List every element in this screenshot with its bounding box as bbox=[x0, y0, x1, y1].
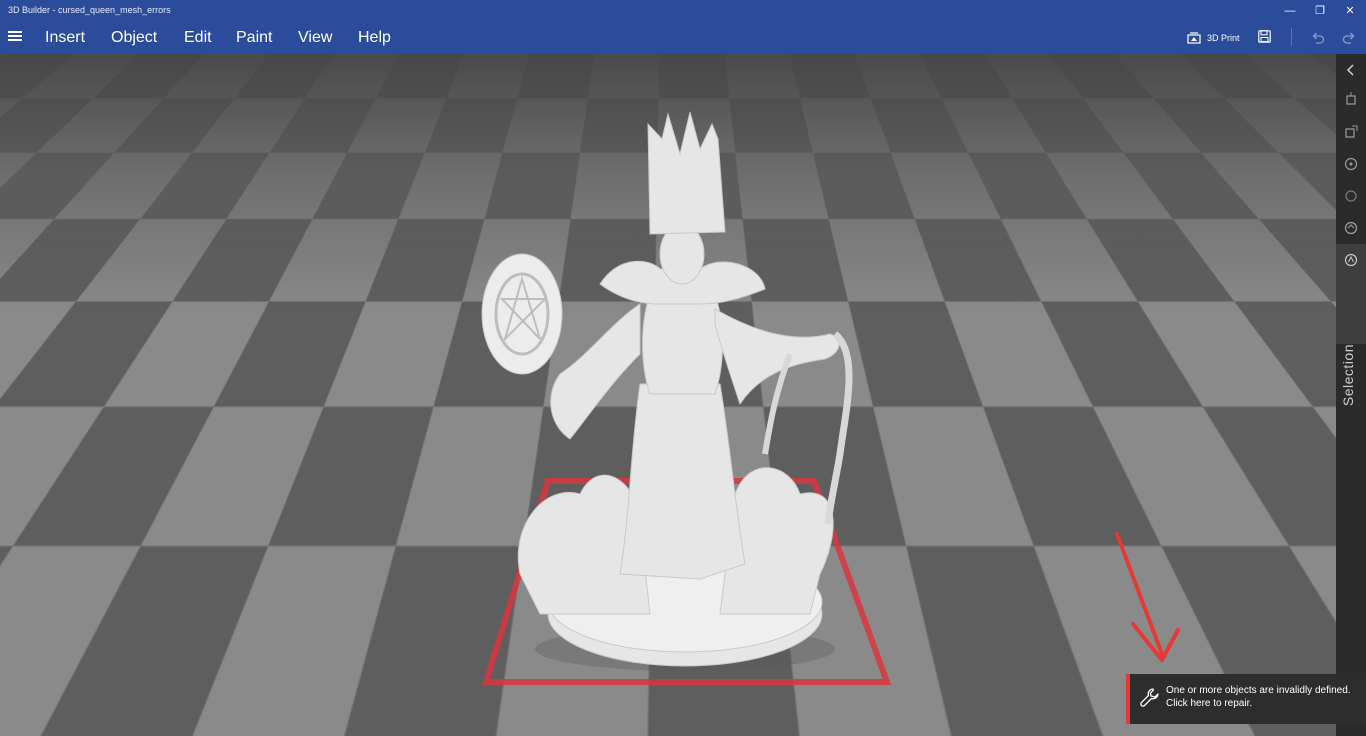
close-button[interactable]: ✕ bbox=[1335, 3, 1365, 19]
repair-message-line1: One or more objects are invalidly define… bbox=[1166, 684, 1351, 697]
hamburger-menu-icon[interactable] bbox=[8, 29, 22, 43]
menu-help[interactable]: Help bbox=[358, 29, 391, 47]
annotation-arrow bbox=[0, 54, 1336, 736]
collapse-chevron-icon[interactable] bbox=[1341, 60, 1361, 80]
3d-print-label: 3D Print bbox=[1207, 33, 1240, 43]
redo-icon[interactable] bbox=[1342, 30, 1356, 44]
scale-icon[interactable] bbox=[1341, 122, 1361, 142]
repair-notification[interactable]: One or more objects are invalidly define… bbox=[1126, 674, 1366, 724]
repair-message-line2[interactable]: Click here to repair. bbox=[1166, 697, 1351, 710]
app-header: 3D Builder - cursed_queen_mesh_errors — … bbox=[0, 0, 1366, 54]
menu-object[interactable]: Object bbox=[111, 29, 157, 47]
toolbar-separator bbox=[1291, 28, 1292, 46]
rotate-icon[interactable] bbox=[1341, 154, 1361, 174]
repair-notification-text: One or more objects are invalidly define… bbox=[1166, 684, 1351, 710]
window-title: 3D Builder - cursed_queen_mesh_errors bbox=[8, 5, 171, 15]
circle-icon[interactable] bbox=[1341, 186, 1361, 206]
printer-3d-icon bbox=[1187, 32, 1201, 44]
3d-viewport[interactable] bbox=[0, 54, 1336, 736]
menu-paint[interactable]: Paint bbox=[236, 29, 272, 47]
menu-bar: Insert Object Edit Paint View Help 3D Pr… bbox=[0, 22, 1366, 54]
menu-edit[interactable]: Edit bbox=[184, 29, 212, 47]
3d-print-button[interactable]: 3D Print bbox=[1187, 28, 1240, 48]
restore-button[interactable]: ❐ bbox=[1305, 3, 1335, 19]
selection-icon[interactable] bbox=[1341, 250, 1361, 270]
undo-icon[interactable] bbox=[1311, 30, 1325, 44]
lay-flat-icon[interactable] bbox=[1341, 218, 1361, 238]
save-icon[interactable] bbox=[1258, 30, 1271, 43]
wrench-icon bbox=[1138, 686, 1162, 710]
selection-tab-label[interactable]: Selection bbox=[1340, 344, 1362, 406]
move-icon[interactable] bbox=[1341, 90, 1361, 110]
menu-insert[interactable]: Insert bbox=[45, 29, 85, 47]
title-bar: 3D Builder - cursed_queen_mesh_errors — … bbox=[0, 0, 1366, 22]
minimize-button[interactable]: — bbox=[1275, 3, 1305, 19]
side-panel: Selection bbox=[1336, 54, 1366, 736]
menu-view[interactable]: View bbox=[298, 29, 332, 47]
